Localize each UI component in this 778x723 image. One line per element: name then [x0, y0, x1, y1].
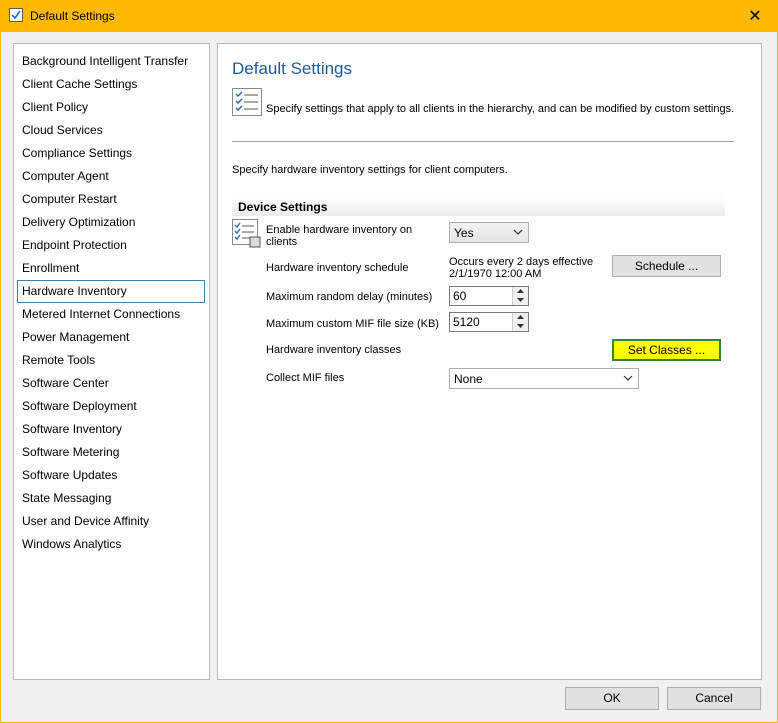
sidebar-item[interactable]: Enrollment	[17, 257, 205, 280]
sidebar-item[interactable]: Remote Tools	[17, 349, 205, 372]
sidebar-item[interactable]: Client Policy	[17, 96, 205, 119]
sidebar-item[interactable]: Software Updates	[17, 464, 205, 487]
section-title: Device Settings	[238, 200, 328, 214]
settings-check-icon	[9, 8, 23, 22]
random-delay-stepper[interactable]: 60	[449, 286, 529, 306]
chevron-down-icon	[623, 375, 633, 381]
sidebar-item[interactable]: Computer Restart	[17, 188, 205, 211]
sidebar-item[interactable]: Compliance Settings	[17, 142, 205, 165]
sidebar-item[interactable]: State Messaging	[17, 487, 205, 510]
enable-label-line1: Enable hardware inventory on	[266, 224, 413, 236]
sidebar-item[interactable]: Software Center	[17, 372, 205, 395]
set-classes-button[interactable]: Set Classes ...	[612, 339, 721, 361]
close-icon: ✕	[748, 8, 762, 25]
mif-size-value: 5120	[453, 315, 480, 329]
device-settings-icon	[232, 219, 262, 252]
sidebar-item[interactable]: Endpoint Protection	[17, 234, 205, 257]
sidebar-item[interactable]: Metered Internet Connections	[17, 303, 205, 326]
mif-size-label: Maximum custom MIF file size (KB)	[266, 318, 439, 330]
caret-down-icon[interactable]	[513, 322, 528, 331]
caret-up-icon[interactable]	[513, 287, 528, 296]
sidebar-item[interactable]: Computer Agent	[17, 165, 205, 188]
chevron-down-icon	[513, 229, 523, 235]
sidebar-item[interactable]: Software Metering	[17, 441, 205, 464]
schedule-value: Occurs every 2 days effective 2/1/1970 1…	[449, 256, 593, 280]
sidebar-item[interactable]: Hardware Inventory	[17, 280, 205, 303]
cancel-button[interactable]: Cancel	[667, 687, 761, 710]
mif-size-stepper[interactable]: 5120	[449, 312, 529, 332]
window-title: Default Settings	[30, 9, 115, 23]
collect-mif-label: Collect MIF files	[266, 372, 345, 384]
sidebar: Background Intelligent Transfer Client Ca…	[13, 43, 210, 680]
page-title: Default Settings	[232, 59, 353, 78]
sidebar-item[interactable]: Power Management	[17, 326, 205, 349]
schedule-button[interactable]: Schedule ...	[612, 255, 721, 277]
intro-text: Specify hardware inventory settings for …	[232, 164, 508, 176]
enable-inventory-label: Enable hardware inventory on clients	[266, 224, 412, 248]
enable-label-line2: clients	[266, 236, 298, 248]
sidebar-item[interactable]: User and Device Affinity	[17, 510, 205, 533]
section-header: Device Settings	[232, 196, 725, 216]
header-description: Specify settings that apply to all clien…	[266, 103, 735, 115]
caret-down-icon[interactable]	[513, 296, 528, 305]
enable-inventory-value: Yes	[454, 226, 474, 240]
divider	[232, 141, 734, 142]
close-button[interactable]: ✕	[732, 0, 778, 32]
schedule-value-line1: Occurs every 2 days effective	[449, 256, 594, 268]
sidebar-item[interactable]: Software Inventory	[17, 418, 205, 441]
sidebar-item[interactable]: Client Cache Settings	[17, 73, 205, 96]
title-bar: Default Settings ✕	[0, 0, 778, 32]
sidebar-item[interactable]: Delivery Optimization	[17, 211, 205, 234]
sidebar-item[interactable]: Software Deployment	[17, 395, 205, 418]
classes-label: Hardware inventory classes	[266, 344, 402, 356]
settings-panel: Default Settings Specify settings that a…	[217, 43, 762, 680]
collect-mif-select[interactable]: None	[449, 368, 639, 389]
sidebar-item[interactable]: Windows Analytics	[17, 533, 205, 556]
ok-button[interactable]: OK	[565, 687, 659, 710]
collect-mif-value: None	[454, 372, 483, 386]
enable-inventory-select[interactable]: Yes	[449, 222, 529, 243]
schedule-value-line2: 2/1/1970 12:00 AM	[449, 268, 542, 280]
sidebar-list: Background Intelligent Transfer Client Ca…	[14, 44, 209, 556]
checklist-icon	[232, 88, 262, 119]
caret-up-icon[interactable]	[513, 313, 528, 322]
schedule-label: Hardware inventory schedule	[266, 262, 409, 274]
random-delay-value: 60	[453, 289, 467, 303]
random-delay-label: Maximum random delay (minutes)	[266, 291, 433, 303]
sidebar-item[interactable]: Background Intelligent Transfer	[17, 50, 205, 73]
sidebar-item[interactable]: Cloud Services	[17, 119, 205, 142]
